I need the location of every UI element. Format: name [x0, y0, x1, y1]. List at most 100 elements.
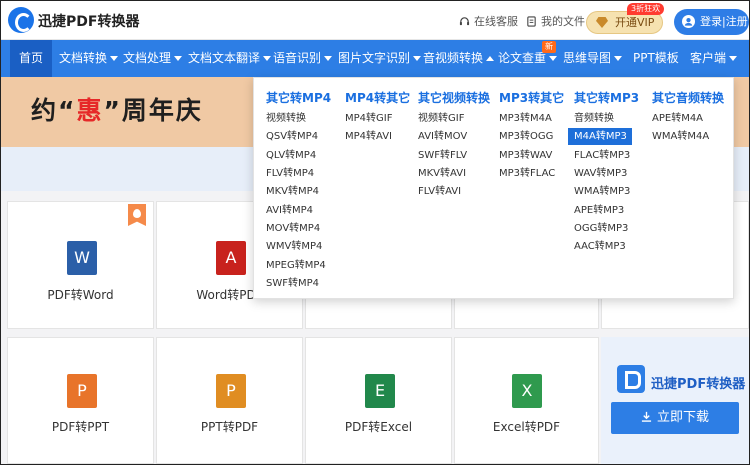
nav-plagiarism-label: 论文查重 [498, 51, 547, 65]
new-badge: 新 [542, 41, 556, 53]
dropdown-link[interactable]: MP3转OGG [499, 128, 553, 145]
download-promo [601, 337, 749, 464]
diamond-icon [596, 17, 608, 28]
dropdown-link[interactable]: FLV转MP4 [266, 165, 314, 182]
dropdown-link[interactable]: FLV转AVI [418, 183, 461, 200]
tool-card-pdf-to-excel[interactable]: E PDF转Excel [305, 337, 452, 464]
chevron-down-icon [324, 56, 333, 61]
customer-service-label: 在线客服 [474, 15, 518, 28]
chevron-down-icon [263, 56, 272, 61]
chevron-down-icon [729, 56, 738, 61]
nav-doc-translate[interactable]: 文档文本翻译 [188, 40, 272, 77]
nav-ocr[interactable]: 图片文字识别 [338, 40, 422, 77]
nav-speech-label: 语音识别 [273, 51, 322, 65]
nav-home[interactable]: 首页 [10, 40, 52, 77]
column-header[interactable]: MP3转其它 [499, 89, 564, 106]
chevron-up-icon [486, 56, 495, 61]
dropdown-link[interactable]: 音频转换 [574, 110, 614, 127]
dropdown-link[interactable]: MP3转M4A [499, 110, 552, 127]
column-header[interactable]: MP4转其它 [345, 89, 410, 106]
top-header: 迅捷PDF转换器 在线客服 我的文件 开通VIP 3折狂欢 登录|注册 [1, 1, 749, 40]
word-file-icon: W [67, 241, 97, 275]
column-header[interactable]: 其它视频转换 [418, 89, 490, 106]
banner-text-highlight: 惠 [76, 96, 104, 125]
app-window: 迅捷PDF转换器 在线客服 我的文件 开通VIP 3折狂欢 登录|注册 首页 文… [0, 0, 750, 465]
excel-file-icon: E [365, 374, 395, 408]
dropdown-link[interactable]: MP4转AVI [345, 128, 392, 145]
dropdown-link[interactable]: MOV转MP4 [266, 220, 320, 237]
dropdown-link[interactable]: MPEG转MP4 [266, 257, 326, 274]
nav-av-convert[interactable]: 音视频转换 [423, 40, 495, 77]
dropdown-link[interactable]: WAV转MP3 [574, 165, 627, 182]
nav-speech[interactable]: 语音识别 [273, 40, 333, 77]
download-button-label: 立即下载 [656, 410, 709, 425]
my-files-label: 我的文件 [541, 15, 585, 28]
user-icon [682, 15, 695, 28]
av-convert-dropdown: 其它转MP4 视频转换 QSV转MP4 QLV转MP4 FLV转MP4 MKV转… [253, 77, 734, 299]
nav-client[interactable]: 客户端 [690, 40, 738, 77]
nav-av-convert-label: 音视频转换 [423, 51, 484, 65]
nav-doc-convert-label: 文档转换 [59, 51, 108, 65]
ppt-file-icon: P [216, 374, 246, 408]
chevron-down-icon [413, 56, 422, 61]
headset-icon [459, 17, 470, 26]
tool-card-label: PPT转PDF [200, 420, 259, 434]
dropdown-link[interactable]: 视频转GIF [418, 110, 464, 127]
dropdown-link[interactable]: FLAC转MP3 [574, 147, 630, 164]
logo-icon[interactable] [8, 7, 34, 33]
dropdown-link[interactable]: SWF转MP4 [266, 275, 319, 292]
dropdown-link[interactable]: APE转M4A [652, 110, 703, 127]
column-header[interactable]: 其它音频转换 [652, 89, 724, 106]
dropdown-link[interactable]: WMV转MP4 [266, 238, 322, 255]
nav-home-label: 首页 [18, 51, 43, 65]
app-name[interactable]: 迅捷PDF转换器 [38, 11, 139, 31]
nav-doc-convert[interactable]: 文档转换 [59, 40, 119, 77]
dropdown-link[interactable]: APE转MP3 [574, 202, 624, 219]
column-header[interactable]: 其它转MP4 [266, 89, 331, 106]
tool-card-pdf-to-ppt[interactable]: P PDF转PPT [7, 337, 154, 464]
vip-promo-badge: 3折狂欢 [627, 3, 665, 15]
nav-doc-process-label: 文档处理 [123, 51, 172, 65]
dropdown-link[interactable]: MKV转MP4 [266, 183, 319, 200]
tool-card-label: PDF转PPT [51, 420, 110, 434]
dropdown-link[interactable]: QLV转MP4 [266, 147, 316, 164]
file-icon [527, 16, 536, 27]
download-icon [641, 411, 652, 422]
nav-ppt-template[interactable]: PPT模板 [633, 40, 679, 77]
app-logo-icon [617, 365, 645, 393]
download-button[interactable]: 立即下载 [611, 402, 739, 434]
tool-card-excel-to-pdf[interactable]: X Excel转PDF [454, 337, 599, 464]
promo-title: 迅捷PDF转换器 [651, 377, 746, 392]
login-button[interactable]: 登录|注册 [674, 9, 749, 35]
chevron-down-icon [549, 56, 558, 61]
column-header[interactable]: 其它转MP3 [574, 89, 639, 106]
dropdown-link[interactable]: QSV转MP4 [266, 128, 318, 145]
nav-ocr-label: 图片文字识别 [338, 51, 411, 65]
dropdown-link[interactable]: MP3转FLAC [499, 165, 555, 182]
nav-doc-process[interactable]: 文档处理 [123, 40, 183, 77]
chevron-down-icon [174, 56, 183, 61]
my-files-link[interactable]: 我的文件 [526, 13, 585, 29]
dropdown-link[interactable]: 视频转换 [266, 110, 306, 127]
customer-service-link[interactable]: 在线客服 [459, 13, 518, 29]
dropdown-link[interactable]: MP3转WAV [499, 147, 552, 164]
nav-client-label: 客户端 [690, 51, 727, 65]
main-nav: 首页 文档转换 文档处理 文档文本翻译 语音识别 图片文字识别 音视频转换 论文… [1, 40, 749, 77]
dropdown-link[interactable]: MKV转AVI [418, 165, 466, 182]
banner-title: 约“惠”周年庆 [31, 91, 203, 127]
tool-card-label: Excel转PDF [492, 420, 561, 434]
dropdown-link[interactable]: AAC转MP3 [574, 238, 626, 255]
dropdown-link-selected[interactable]: M4A转MP3 [568, 128, 632, 145]
dropdown-link[interactable]: OGG转MP3 [574, 220, 628, 237]
banner-text-after: ”周年庆 [103, 96, 203, 125]
dropdown-link[interactable]: WMA转M4A [652, 128, 709, 145]
vip-button-label: 开通VIP [615, 16, 655, 29]
dropdown-link[interactable]: WMA转MP3 [574, 183, 630, 200]
dropdown-link[interactable]: AVI转MP4 [266, 202, 313, 219]
nav-ppt-template-label: PPT模板 [633, 51, 679, 65]
dropdown-link[interactable]: AVI转MOV [418, 128, 467, 145]
dropdown-link[interactable]: MP4转GIF [345, 110, 392, 127]
dropdown-link[interactable]: SWF转FLV [418, 147, 467, 164]
nav-mindmap[interactable]: 思维导图 [563, 40, 623, 77]
tool-card-ppt-to-pdf[interactable]: P PPT转PDF [156, 337, 303, 464]
